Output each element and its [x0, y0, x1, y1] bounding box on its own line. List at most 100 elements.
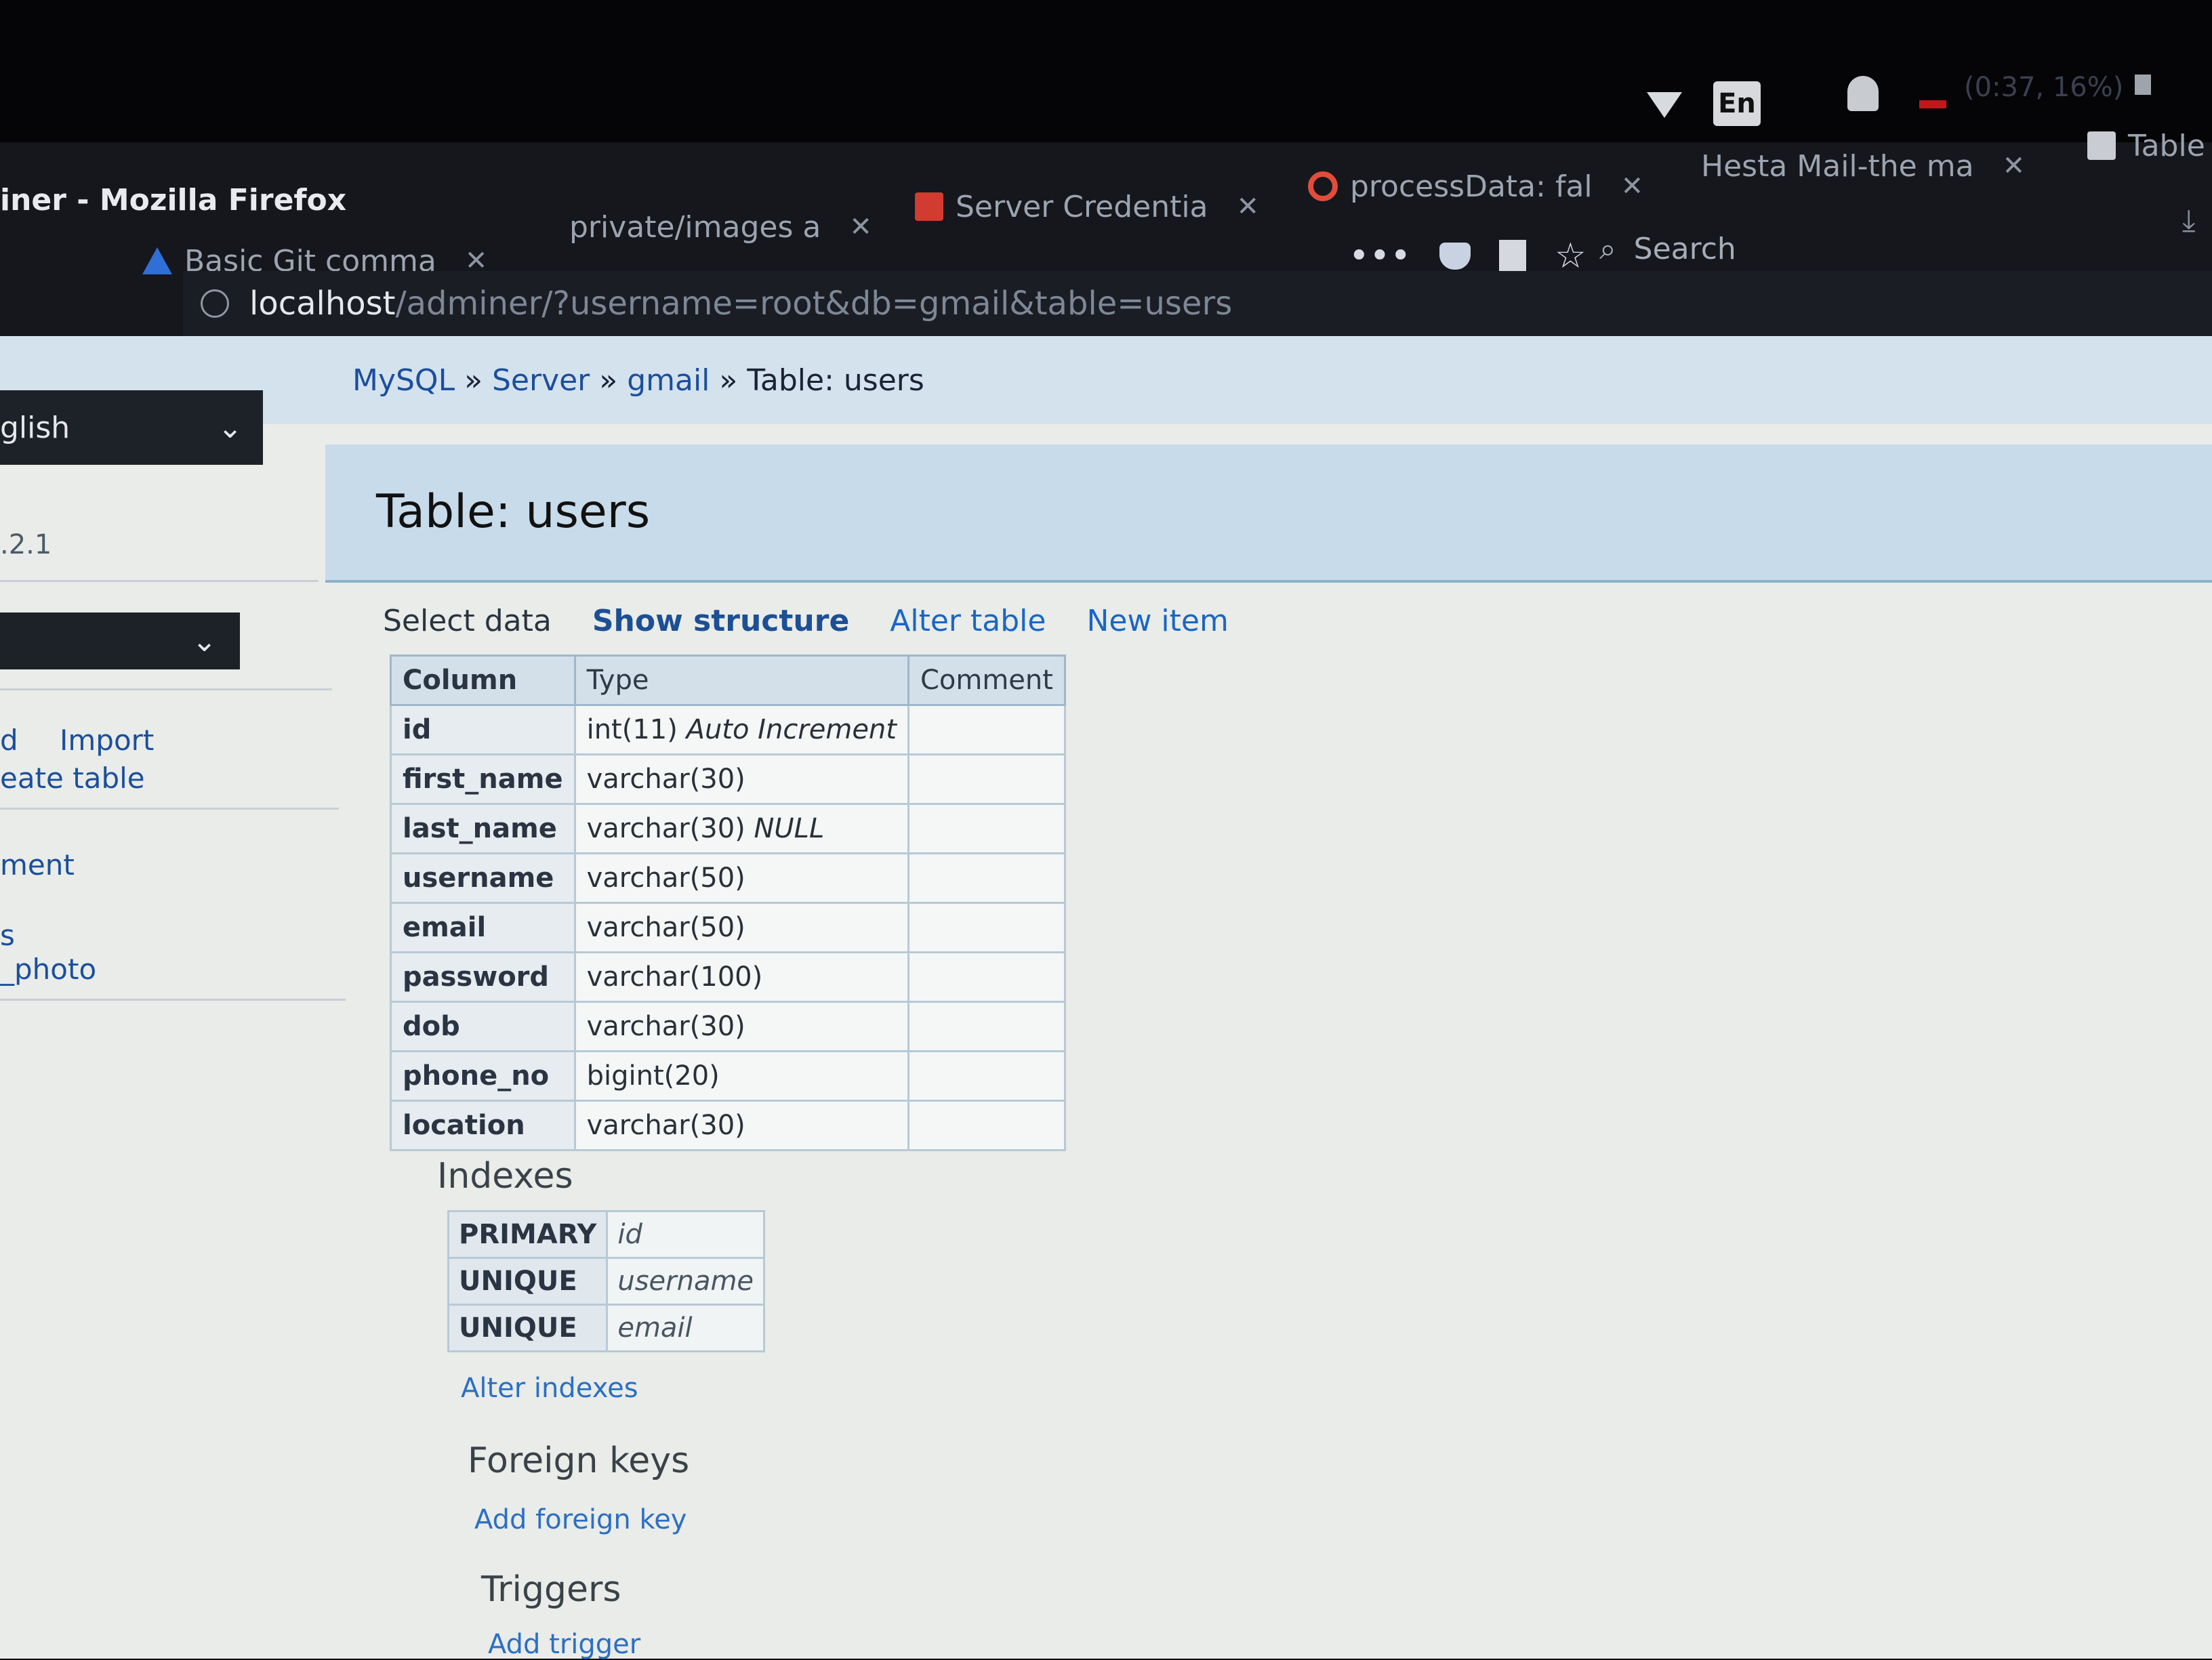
site-info-icon[interactable] [201, 289, 229, 318]
column-type-cell: varchar(30) [573, 1100, 909, 1151]
tab-private-images[interactable]: private/images a ✕ [569, 203, 872, 251]
divider [0, 580, 319, 582]
column-name: email [390, 902, 576, 953]
column-name: phone_no [390, 1050, 576, 1102]
page-menu-icon[interactable]: ••• [1349, 236, 1411, 276]
sidebar-link-import[interactable]: Import [60, 724, 154, 757]
page-actions: ••• ☆ [1349, 236, 1586, 276]
window-title: iner - Mozilla Firefox [0, 183, 347, 217]
column-type: varchar(30) [586, 813, 745, 844]
column-comment [907, 704, 1066, 755]
sidebar-link-create-table[interactable]: eate table [0, 762, 145, 795]
index-column: username [606, 1257, 766, 1306]
google-icon [1308, 171, 1338, 201]
add-foreign-key-link[interactable]: Add foreign key [474, 1504, 687, 1535]
table-row: username varchar(50) [390, 852, 1066, 904]
foreign-keys-heading: Foreign keys [468, 1440, 690, 1481]
alter-table-link[interactable]: Alter table [890, 604, 1046, 638]
divider [0, 688, 332, 690]
sidebar-table-link[interactable]: _photo [0, 953, 96, 986]
atlassian-icon [142, 247, 172, 274]
column-extra: NULL [754, 813, 825, 844]
tab-server-credentials[interactable]: Server Credentia ✕ [915, 183, 1259, 230]
tab-hesta-mail[interactable]: Hesta Mail-the ma ✕ [1701, 142, 2025, 190]
language-indicator[interactable]: En [1713, 81, 1761, 126]
column-type-cell: int(11) Auto Increment [573, 704, 909, 755]
sidebar-table-link[interactable]: ment [0, 848, 75, 881]
divider [0, 999, 346, 1001]
breadcrumb-mysql[interactable]: MySQL [352, 363, 455, 398]
close-icon[interactable]: ✕ [1621, 171, 1644, 202]
column-type: varchar(50) [586, 863, 745, 894]
table-row: dob varchar(30) [390, 1001, 1066, 1052]
column-name: dob [390, 1001, 576, 1052]
indexes-table: PRIMARY id UNIQUE username UNIQUE email [447, 1210, 766, 1352]
tab-label: Table [2128, 128, 2205, 163]
bookmark-star-icon[interactable]: ☆ [1555, 236, 1586, 276]
triggers-heading: Triggers [481, 1569, 621, 1610]
column-type: varchar(30) [586, 1011, 745, 1042]
close-icon[interactable]: ✕ [2003, 150, 2026, 182]
sidebar-table-link[interactable]: s [0, 919, 15, 952]
index-row: UNIQUE email [447, 1304, 766, 1352]
breadcrumb-server[interactable]: Server [492, 363, 590, 398]
close-icon[interactable]: ✕ [849, 211, 872, 243]
column-name: first_name [390, 753, 576, 805]
tab-process-data[interactable]: processData: fal ✕ [1308, 163, 1643, 210]
notification-bell-icon[interactable] [1847, 76, 1879, 111]
tab-table[interactable]: Table [2087, 122, 2205, 169]
table-row: password varchar(100) [390, 951, 1066, 1003]
column-comment [907, 852, 1066, 904]
indexes-heading: Indexes [437, 1156, 573, 1197]
tab-label: Server Credentia [956, 189, 1208, 224]
breadcrumb-gmail[interactable]: gmail [627, 363, 710, 398]
column-type-cell: varchar(30) [573, 1001, 909, 1052]
search-input[interactable]: ⌕ Search [1599, 224, 2209, 274]
column-name: username [390, 852, 576, 904]
column-name: password [390, 951, 576, 1003]
url-bar[interactable]: localhost/adminer/?username=root&db=gmai… [183, 271, 2212, 336]
pocket-icon[interactable] [1439, 243, 1471, 270]
sidebar-link-sql[interactable]: d [0, 724, 18, 757]
downloads-icon[interactable]: ⤓ [2182, 203, 2195, 238]
table-actions: Select data Show structure Alter table N… [383, 604, 1229, 638]
breadcrumb-separator: » [455, 363, 492, 398]
search-placeholder: Search [1633, 231, 1736, 266]
database-select[interactable]: ⌄ [0, 613, 240, 669]
table-row: phone_no bigint(20) [390, 1050, 1066, 1102]
column-comment [907, 803, 1066, 854]
language-select[interactable]: glish ⌄ [0, 390, 263, 465]
battery-status: (0:37, 16%) [1964, 72, 2124, 103]
show-structure-link[interactable]: Show structure [592, 604, 849, 638]
select-data-link[interactable]: Select data [383, 604, 552, 638]
language-value: glish [0, 410, 70, 445]
table-row: email varchar(50) [390, 902, 1066, 953]
index-kind: PRIMARY [447, 1210, 609, 1259]
tab-label: Hesta Mail-the ma [1701, 148, 1974, 184]
column-comment [907, 753, 1066, 805]
column-name: last_name [390, 803, 576, 854]
column-comment [907, 951, 1066, 1003]
comment-header: Comment [907, 655, 1066, 706]
reader-view-icon[interactable] [1499, 240, 1527, 272]
alter-indexes-link[interactable]: Alter indexes [461, 1373, 638, 1404]
column-type: varchar(30) [586, 764, 745, 795]
version-text: .2.1 [0, 529, 52, 560]
column-comment [907, 1050, 1066, 1102]
add-trigger-link[interactable]: Add trigger [488, 1629, 640, 1660]
table-row: last_name varchar(30) NULL [390, 803, 1066, 854]
volume-icon[interactable] [2135, 75, 2151, 95]
column-type: varchar(100) [586, 961, 763, 993]
breadcrumb-separator: » [590, 363, 628, 398]
breadcrumb-separator: » [710, 363, 747, 398]
wifi-icon[interactable] [1647, 92, 1682, 118]
column-type: varchar(30) [586, 1110, 745, 1141]
new-item-link[interactable]: New item [1086, 604, 1228, 638]
tab-label: private/images a [569, 209, 821, 245]
battery-icon[interactable] [1919, 100, 1946, 108]
column-comment [907, 1001, 1066, 1052]
breadcrumb-current: Table: users [747, 363, 924, 398]
index-kind: UNIQUE [447, 1304, 609, 1352]
index-row: PRIMARY id [447, 1210, 766, 1259]
close-icon[interactable]: ✕ [1237, 191, 1260, 222]
